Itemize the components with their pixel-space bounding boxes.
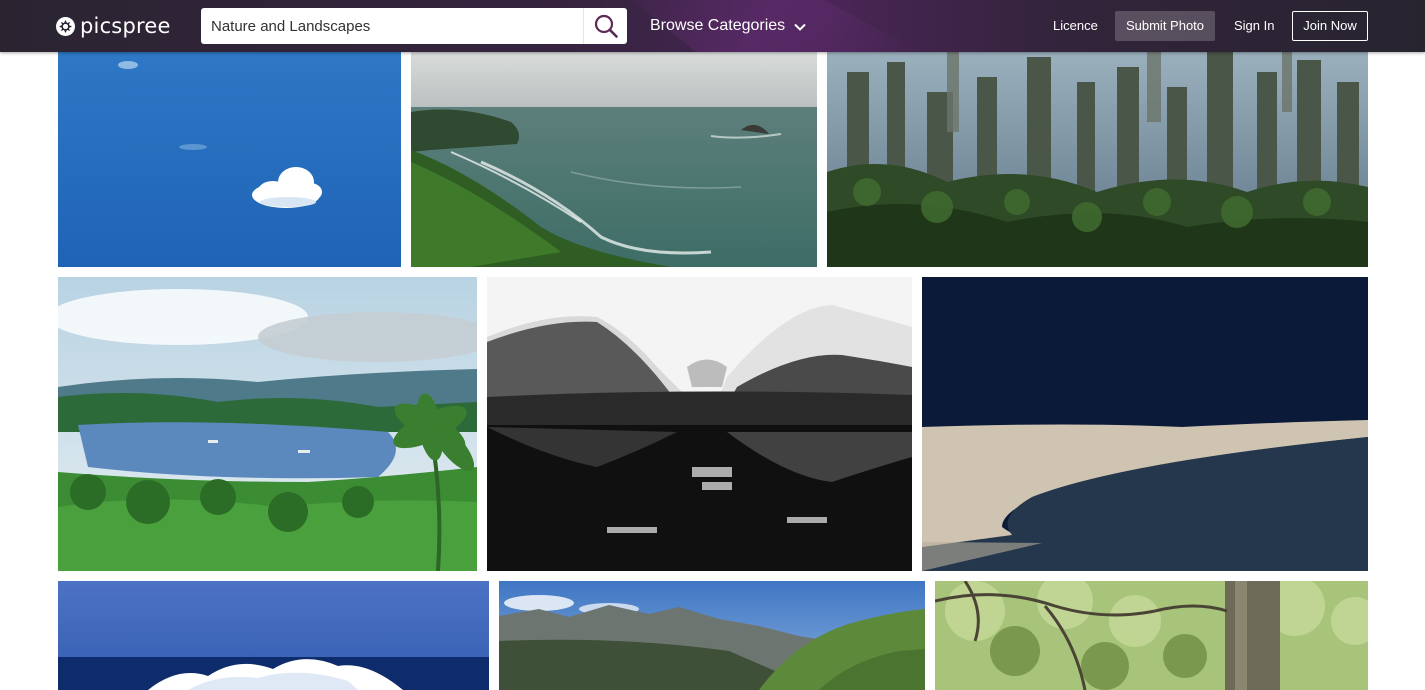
photo-forest-tree[interactable] [935, 581, 1368, 690]
logo-text: picspree [80, 14, 171, 38]
top-navbar: picspree Browse Categories Licence Submi… [0, 0, 1425, 52]
photo-sea-cliff[interactable] [411, 52, 817, 267]
search-bar [201, 8, 627, 44]
search-icon [594, 14, 618, 38]
photo-blue-sky-cloud[interactable] [58, 52, 401, 267]
search-button[interactable] [583, 8, 627, 44]
photo-tropical-bay[interactable] [58, 277, 477, 571]
photo-alpine-ridge[interactable] [499, 581, 925, 690]
photo-mountain-lake-bw[interactable] [487, 277, 912, 571]
photo-desert-dune[interactable] [922, 277, 1368, 571]
submit-photo-button[interactable]: Submit Photo [1115, 11, 1215, 41]
chevron-down-icon [794, 23, 806, 31]
licence-link[interactable]: Licence [1053, 11, 1098, 41]
join-now-button[interactable]: Join Now [1292, 11, 1368, 41]
browse-categories-dropdown[interactable]: Browse Categories [650, 14, 806, 38]
photo-ocean-wave[interactable] [58, 581, 489, 690]
sign-in-link[interactable]: Sign In [1234, 11, 1274, 41]
browse-categories-label: Browse Categories [650, 17, 786, 34]
photo-karst-forest[interactable] [827, 52, 1368, 267]
search-input[interactable] [201, 9, 577, 43]
picspree-logo[interactable]: picspree [56, 13, 171, 39]
aperture-icon [56, 16, 75, 36]
